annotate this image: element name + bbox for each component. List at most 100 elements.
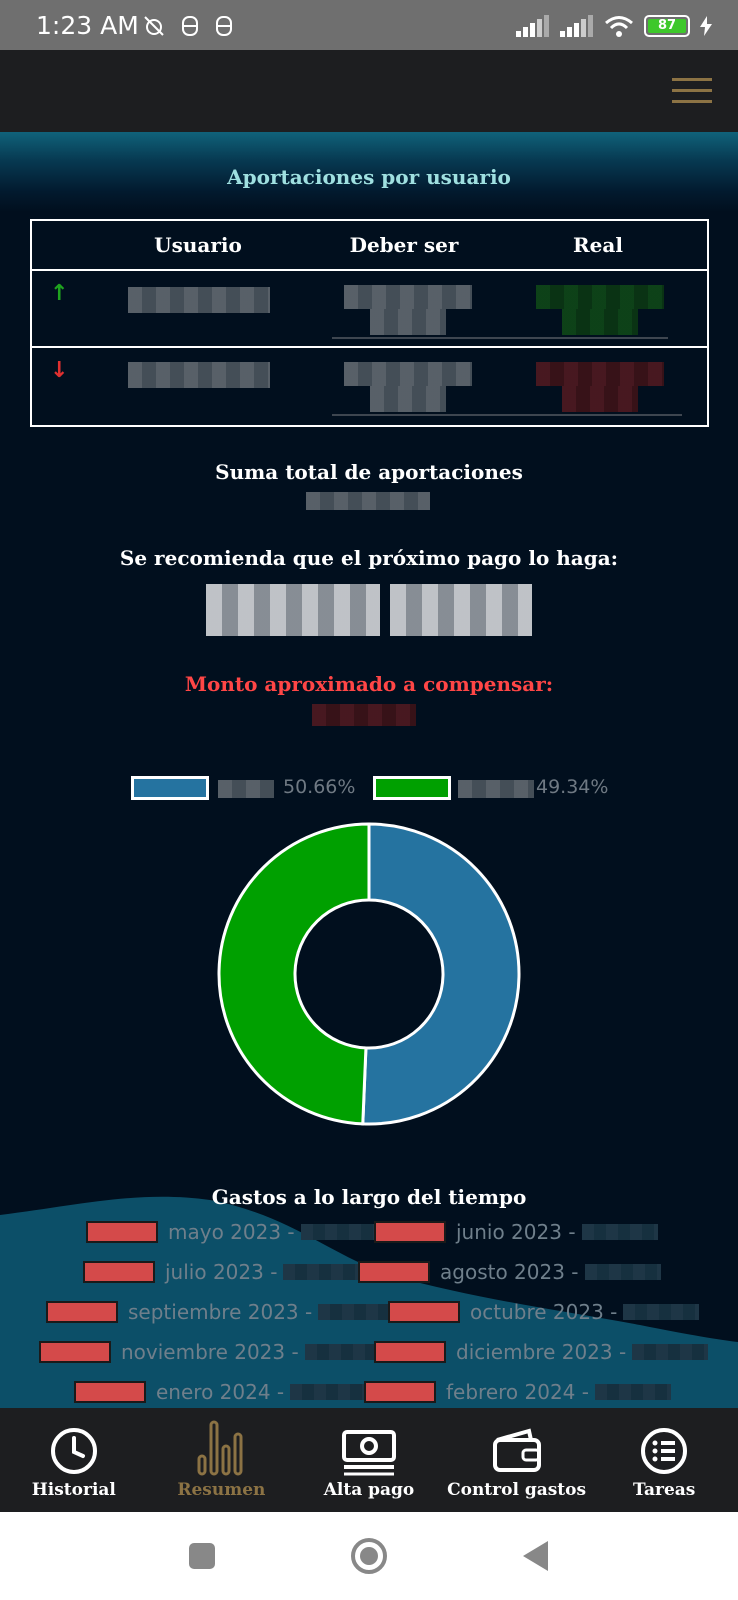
column-real: Real <box>573 233 623 257</box>
timeline-legend-item[interactable]: enero 2024 - <box>74 1380 367 1404</box>
nav-alta-pago[interactable]: Alta pago <box>295 1408 443 1512</box>
nav-historial[interactable]: Historial <box>0 1408 148 1512</box>
nav-label: Resumen <box>177 1480 266 1500</box>
table-row: ↓ <box>32 348 707 425</box>
timeline-legend-item[interactable]: diciembre 2023 - <box>374 1340 709 1364</box>
nav-resumen[interactable]: Resumen <box>148 1408 296 1512</box>
alarm-off-icon <box>144 16 164 36</box>
redacted-expected <box>370 309 446 335</box>
redacted-real <box>562 309 638 335</box>
recommend-label: Se recomienda que el próximo pago lo hag… <box>119 546 619 570</box>
table-row: ↑ <box>32 271 707 348</box>
timeline-legend-item[interactable]: octubre 2023 - <box>388 1300 700 1324</box>
legend-swatch <box>39 1341 111 1363</box>
legend-value: 50.66% <box>283 776 356 798</box>
back-icon[interactable] <box>520 1539 550 1573</box>
redacted-amount <box>581 1224 658 1240</box>
month-label: noviembre 2023 - <box>121 1340 299 1364</box>
timeline-legend-item[interactable]: mayo 2023 - <box>86 1220 377 1244</box>
nav-label: Historial <box>31 1480 116 1500</box>
redacted-real <box>536 362 664 386</box>
list-icon <box>641 1428 688 1474</box>
timeline-legend-item[interactable]: agosto 2023 - <box>358 1260 661 1284</box>
nav-label: Alta pago <box>323 1480 415 1500</box>
legend-swatch[interactable] <box>373 776 451 800</box>
timeline-legend-item[interactable]: febrero 2024 - <box>364 1380 671 1404</box>
contributions-title: Aportaciones por usuario <box>227 165 511 189</box>
legend-swatch <box>46 1301 118 1323</box>
system-navigation-bar <box>0 1512 738 1600</box>
redacted-expected <box>370 386 446 412</box>
legend-swatch <box>86 1221 158 1243</box>
redacted-expected <box>344 285 472 309</box>
timeline-legend-item[interactable]: septiembre 2023 - <box>46 1300 395 1324</box>
status-bar: 1:23 AM 87 <box>0 0 738 50</box>
donut-slice[interactable] <box>217 822 371 1126</box>
redacted-amount <box>584 1264 661 1280</box>
redacted-amount <box>594 1384 671 1400</box>
legend-swatch <box>83 1261 155 1283</box>
wallet-icon <box>492 1428 541 1472</box>
column-deber-ser: Deber ser <box>349 233 459 257</box>
timeline-legend-item[interactable]: noviembre 2023 - <box>39 1340 381 1364</box>
month-label: julio 2023 - <box>165 1260 278 1284</box>
redacted-amount <box>300 1224 377 1240</box>
money-icon <box>341 1430 396 1476</box>
nav-label: Tareas <box>632 1480 696 1500</box>
redacted-legend-name <box>458 780 534 798</box>
charging-icon <box>700 16 712 36</box>
donut-slice[interactable] <box>361 822 521 1126</box>
bottom-navigation: Historial Resumen Alta pago Control gast… <box>0 1408 738 1512</box>
legend-swatch <box>364 1381 436 1403</box>
month-label: agosto 2023 - <box>440 1260 579 1284</box>
compensate-label: Monto aproximado a compensar: <box>184 672 554 696</box>
nav-control-gastos[interactable]: Control gastos <box>443 1408 591 1512</box>
total-label: Suma total de aportaciones <box>215 460 523 484</box>
timeline-title: Gastos a lo largo del tiempo <box>211 1185 527 1209</box>
home-icon[interactable] <box>349 1536 389 1576</box>
battery-level: 87 <box>648 19 686 33</box>
redacted-amount <box>290 1384 367 1400</box>
app-header <box>0 50 738 132</box>
donut-chart <box>217 822 521 1126</box>
table-header: Usuario Deber ser Real <box>32 221 707 271</box>
signal-icon <box>516 15 549 37</box>
month-label: febrero 2024 - <box>446 1380 589 1404</box>
redacted-recommended-user <box>390 584 532 636</box>
nav-tareas[interactable]: Tareas <box>590 1408 738 1512</box>
timeline-legend-item[interactable]: julio 2023 - <box>83 1260 360 1284</box>
redacted-recommended-user <box>206 584 380 636</box>
month-label: junio 2023 - <box>456 1220 576 1244</box>
contributions-table: Usuario Deber ser Real ↑ ↓ <box>30 219 709 427</box>
redacted-user <box>128 362 270 388</box>
redacted-amount <box>318 1304 395 1320</box>
redacted-real <box>536 285 664 309</box>
redacted-real <box>562 386 638 412</box>
legend-swatch[interactable] <box>131 776 209 800</box>
legend-swatch <box>388 1301 460 1323</box>
legend-swatch <box>74 1381 146 1403</box>
month-label: mayo 2023 - <box>168 1220 295 1244</box>
redacted-expected <box>344 362 472 386</box>
bar-chart-icon <box>197 1420 243 1476</box>
redacted-total <box>306 492 430 510</box>
app-notification-icon <box>216 16 232 36</box>
month-label: diciembre 2023 - <box>456 1340 627 1364</box>
clock-icon <box>50 1428 97 1474</box>
legend-swatch <box>358 1261 430 1283</box>
app-notification-icon <box>182 16 198 36</box>
legend-value: 49.34% <box>536 776 609 798</box>
redacted-amount <box>304 1344 381 1360</box>
recent-apps-icon[interactable] <box>188 1542 216 1570</box>
redacted-amount <box>623 1304 700 1320</box>
timeline-legend-item[interactable]: junio 2023 - <box>374 1220 658 1244</box>
redacted-amount <box>632 1344 709 1360</box>
redacted-compensate-amount <box>312 704 416 726</box>
month-label: enero 2024 - <box>156 1380 285 1404</box>
month-label: septiembre 2023 - <box>128 1300 313 1324</box>
status-time: 1:23 AM <box>36 11 139 40</box>
nav-label: Control gastos <box>447 1480 587 1500</box>
arrow-up-icon: ↑ <box>50 281 69 306</box>
menu-icon[interactable] <box>672 78 712 104</box>
wifi-icon <box>605 16 633 37</box>
